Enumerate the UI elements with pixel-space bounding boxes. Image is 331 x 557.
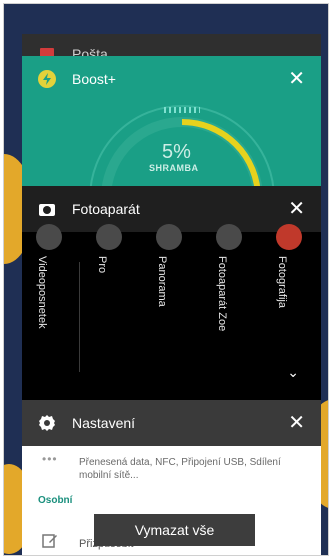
edit-icon xyxy=(42,532,58,553)
card-header: Nastavení ✕ xyxy=(22,400,321,446)
boost-lightning-icon xyxy=(38,70,56,88)
mode-icon xyxy=(36,224,62,250)
mode-icon xyxy=(216,224,242,250)
mode-label: Pro xyxy=(96,256,108,274)
mode-label: Panorama xyxy=(156,256,168,307)
more-dots-icon: ••• xyxy=(42,452,58,466)
card-title: Nastavení xyxy=(72,415,136,431)
settings-row-text[interactable]: Přenesená data, NFC, Připojení USB, Sdíl… xyxy=(79,456,309,482)
gauge-label: SHRAMBA xyxy=(149,163,199,173)
card-title: Fotoaparát xyxy=(72,201,140,217)
close-icon[interactable]: ✕ xyxy=(288,413,305,433)
camera-mode-strip: Videoposnetek Pro Panorama Fotoaparát Zo… xyxy=(22,224,321,404)
camera-mode-video[interactable]: Videoposnetek xyxy=(26,224,84,404)
gear-icon xyxy=(38,414,56,432)
close-icon[interactable]: ✕ xyxy=(288,69,305,89)
app-card-boost[interactable]: Boost+ ✕ 5% SHRAMBA xyxy=(22,56,321,206)
mode-icon xyxy=(276,224,302,250)
card-header: Boost+ ✕ xyxy=(22,56,321,102)
camera-mode-pro[interactable]: Pro xyxy=(86,224,144,404)
mode-icon xyxy=(156,224,182,250)
recent-apps-screen: Pošta Boost+ ✕ 5% SHRAMBA Fotoaparát ✕ V… xyxy=(3,3,329,556)
camera-mode-panorama[interactable]: Panorama xyxy=(146,224,204,404)
mode-label: Videoposnetek xyxy=(36,256,48,329)
mode-label: Fotografija xyxy=(276,256,288,308)
mode-icon xyxy=(96,224,122,250)
gauge-value: 5% xyxy=(162,141,191,163)
mode-label: Fotoaparát Zoe xyxy=(216,256,228,332)
chevron-down-icon[interactable]: ⌄ xyxy=(287,364,299,381)
section-label: Osobní xyxy=(38,495,73,506)
clear-all-button[interactable]: Vymazat vše xyxy=(94,514,255,546)
camera-icon xyxy=(38,200,56,218)
divider xyxy=(79,262,80,372)
close-icon[interactable]: ✕ xyxy=(288,199,305,219)
card-title: Boost+ xyxy=(72,71,116,87)
camera-mode-zoe[interactable]: Fotoaparát Zoe xyxy=(206,224,264,404)
app-card-camera[interactable]: Fotoaparát ✕ Videoposnetek Pro Panorama … xyxy=(22,186,321,404)
